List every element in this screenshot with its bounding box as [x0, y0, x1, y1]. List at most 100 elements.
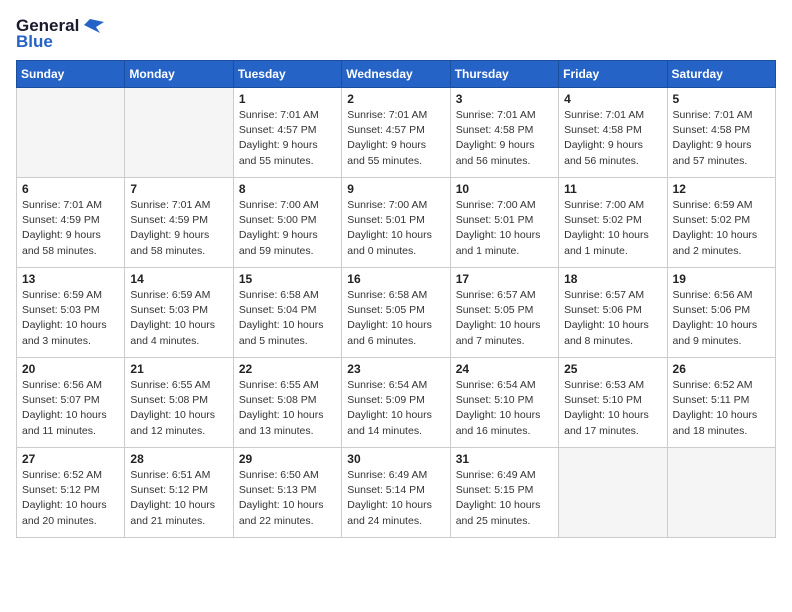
calendar-day-cell: 12 Sunrise: 6:59 AM Sunset: 5:02 PM Dayli… — [667, 178, 775, 268]
day-info: Sunrise: 6:57 AM Sunset: 5:06 PM Dayligh… — [564, 288, 661, 349]
day-info: Sunrise: 7:01 AM Sunset: 4:57 PM Dayligh… — [347, 108, 444, 169]
day-number: 23 — [347, 362, 444, 376]
day-number: 15 — [239, 272, 336, 286]
day-info: Sunrise: 6:52 AM Sunset: 5:12 PM Dayligh… — [22, 468, 119, 529]
day-number: 17 — [456, 272, 553, 286]
day-number: 3 — [456, 92, 553, 106]
calendar-day-cell: 28Sunrise: 6:51 AM Sunset: 5:12 PM Dayli… — [125, 448, 233, 538]
day-number: 18 — [564, 272, 661, 286]
calendar-day-cell: 18 Sunrise: 6:57 AM Sunset: 5:06 PM Dayli… — [559, 268, 667, 358]
day-number: 31 — [456, 452, 553, 466]
calendar-day-cell: 22 Sunrise: 6:55 AM Sunset: 5:08 PM Dayli… — [233, 358, 341, 448]
day-number: 11 — [564, 182, 661, 196]
day-number: 24 — [456, 362, 553, 376]
day-info: Sunrise: 6:55 AM Sunset: 5:08 PM Dayligh… — [239, 378, 336, 439]
day-info: Sunrise: 6:59 AM Sunset: 5:02 PM Dayligh… — [673, 198, 770, 259]
day-number: 1 — [239, 92, 336, 106]
logo-bird-icon — [82, 17, 104, 35]
day-number: 30 — [347, 452, 444, 466]
calendar-day-cell: 5 Sunrise: 7:01 AM Sunset: 4:58 PM Daylig… — [667, 88, 775, 178]
calendar-day-cell — [559, 448, 667, 538]
calendar-day-cell: 11 Sunrise: 7:00 AM Sunset: 5:02 PM Dayli… — [559, 178, 667, 268]
calendar-day-cell — [667, 448, 775, 538]
calendar-day-cell: 23 Sunrise: 6:54 AM Sunset: 5:09 PM Dayli… — [342, 358, 450, 448]
day-info: Sunrise: 6:49 AM Sunset: 5:14 PM Dayligh… — [347, 468, 444, 529]
day-number: 7 — [130, 182, 227, 196]
day-info: Sunrise: 6:54 AM Sunset: 5:09 PM Dayligh… — [347, 378, 444, 439]
day-info: Sunrise: 6:53 AM Sunset: 5:10 PM Dayligh… — [564, 378, 661, 439]
day-number: 4 — [564, 92, 661, 106]
day-info: Sunrise: 6:54 AM Sunset: 5:10 PM Dayligh… — [456, 378, 553, 439]
page-header: General Blue — [16, 16, 776, 52]
day-number: 6 — [22, 182, 119, 196]
logo-blue-text: Blue — [16, 32, 53, 52]
calendar-week-row: 6 Sunrise: 7:01 AM Sunset: 4:59 PM Daylig… — [17, 178, 776, 268]
day-info: Sunrise: 7:00 AM Sunset: 5:01 PM Dayligh… — [456, 198, 553, 259]
day-number: 13 — [22, 272, 119, 286]
weekday-header-wednesday: Wednesday — [342, 61, 450, 88]
calendar-day-cell: 8 Sunrise: 7:00 AM Sunset: 5:00 PM Daylig… — [233, 178, 341, 268]
day-info: Sunrise: 7:00 AM Sunset: 5:00 PM Dayligh… — [239, 198, 336, 259]
day-number: 8 — [239, 182, 336, 196]
day-number: 20 — [22, 362, 119, 376]
day-number: 9 — [347, 182, 444, 196]
weekday-header-sunday: Sunday — [17, 61, 125, 88]
day-info: Sunrise: 6:51 AM Sunset: 5:12 PM Dayligh… — [130, 468, 227, 529]
calendar-day-cell: 27Sunrise: 6:52 AM Sunset: 5:12 PM Dayli… — [17, 448, 125, 538]
calendar-day-cell: 31 Sunrise: 6:49 AM Sunset: 5:15 PM Dayli… — [450, 448, 558, 538]
calendar-day-cell — [17, 88, 125, 178]
day-number: 5 — [673, 92, 770, 106]
day-number: 25 — [564, 362, 661, 376]
day-info: Sunrise: 7:00 AM Sunset: 5:01 PM Dayligh… — [347, 198, 444, 259]
day-number: 29 — [239, 452, 336, 466]
calendar-day-cell: 6 Sunrise: 7:01 AM Sunset: 4:59 PM Daylig… — [17, 178, 125, 268]
weekday-header-tuesday: Tuesday — [233, 61, 341, 88]
calendar-week-row: 13 Sunrise: 6:59 AM Sunset: 5:03 PM Dayli… — [17, 268, 776, 358]
calendar-day-cell: 7 Sunrise: 7:01 AM Sunset: 4:59 PM Daylig… — [125, 178, 233, 268]
day-number: 2 — [347, 92, 444, 106]
calendar-day-cell: 25 Sunrise: 6:53 AM Sunset: 5:10 PM Dayli… — [559, 358, 667, 448]
day-number: 12 — [673, 182, 770, 196]
day-number: 22 — [239, 362, 336, 376]
calendar-day-cell: 1Sunrise: 7:01 AM Sunset: 4:57 PM Daylig… — [233, 88, 341, 178]
calendar-day-cell: 21Sunrise: 6:55 AM Sunset: 5:08 PM Dayli… — [125, 358, 233, 448]
day-number: 16 — [347, 272, 444, 286]
weekday-header-monday: Monday — [125, 61, 233, 88]
calendar-table: SundayMondayTuesdayWednesdayThursdayFrid… — [16, 60, 776, 538]
calendar-day-cell: 16 Sunrise: 6:58 AM Sunset: 5:05 PM Dayli… — [342, 268, 450, 358]
calendar-day-cell: 17 Sunrise: 6:57 AM Sunset: 5:05 PM Dayli… — [450, 268, 558, 358]
calendar-day-cell: 13 Sunrise: 6:59 AM Sunset: 5:03 PM Dayli… — [17, 268, 125, 358]
weekday-header-friday: Friday — [559, 61, 667, 88]
calendar-day-cell: 9 Sunrise: 7:00 AM Sunset: 5:01 PM Daylig… — [342, 178, 450, 268]
day-info: Sunrise: 6:59 AM Sunset: 5:03 PM Dayligh… — [130, 288, 227, 349]
day-info: Sunrise: 6:58 AM Sunset: 5:05 PM Dayligh… — [347, 288, 444, 349]
day-info: Sunrise: 7:01 AM Sunset: 4:58 PM Dayligh… — [673, 108, 770, 169]
day-number: 21 — [130, 362, 227, 376]
calendar-week-row: 20 Sunrise: 6:56 AM Sunset: 5:07 PM Dayli… — [17, 358, 776, 448]
day-number: 14 — [130, 272, 227, 286]
day-info: Sunrise: 6:59 AM Sunset: 5:03 PM Dayligh… — [22, 288, 119, 349]
day-number: 26 — [673, 362, 770, 376]
day-info: Sunrise: 7:00 AM Sunset: 5:02 PM Dayligh… — [564, 198, 661, 259]
day-info: Sunrise: 7:01 AM Sunset: 4:58 PM Dayligh… — [564, 108, 661, 169]
calendar-day-cell: 15 Sunrise: 6:58 AM Sunset: 5:04 PM Dayli… — [233, 268, 341, 358]
logo: General Blue — [16, 16, 104, 52]
day-info: Sunrise: 6:56 AM Sunset: 5:07 PM Dayligh… — [22, 378, 119, 439]
day-info: Sunrise: 6:58 AM Sunset: 5:04 PM Dayligh… — [239, 288, 336, 349]
day-number: 19 — [673, 272, 770, 286]
calendar-day-cell: 3Sunrise: 7:01 AM Sunset: 4:58 PM Daylig… — [450, 88, 558, 178]
calendar-day-cell: 30 Sunrise: 6:49 AM Sunset: 5:14 PM Dayli… — [342, 448, 450, 538]
day-info: Sunrise: 7:01 AM Sunset: 4:59 PM Dayligh… — [22, 198, 119, 259]
day-info: Sunrise: 6:52 AM Sunset: 5:11 PM Dayligh… — [673, 378, 770, 439]
weekday-header-thursday: Thursday — [450, 61, 558, 88]
day-number: 10 — [456, 182, 553, 196]
weekday-header-saturday: Saturday — [667, 61, 775, 88]
day-info: Sunrise: 6:56 AM Sunset: 5:06 PM Dayligh… — [673, 288, 770, 349]
day-info: Sunrise: 7:01 AM Sunset: 4:59 PM Dayligh… — [130, 198, 227, 259]
calendar-day-cell: 19 Sunrise: 6:56 AM Sunset: 5:06 PM Dayli… — [667, 268, 775, 358]
calendar-day-cell: 10 Sunrise: 7:00 AM Sunset: 5:01 PM Dayli… — [450, 178, 558, 268]
day-info: Sunrise: 6:49 AM Sunset: 5:15 PM Dayligh… — [456, 468, 553, 529]
day-info: Sunrise: 6:57 AM Sunset: 5:05 PM Dayligh… — [456, 288, 553, 349]
calendar-day-cell: 14 Sunrise: 6:59 AM Sunset: 5:03 PM Dayli… — [125, 268, 233, 358]
calendar-day-cell: 29Sunrise: 6:50 AM Sunset: 5:13 PM Dayli… — [233, 448, 341, 538]
